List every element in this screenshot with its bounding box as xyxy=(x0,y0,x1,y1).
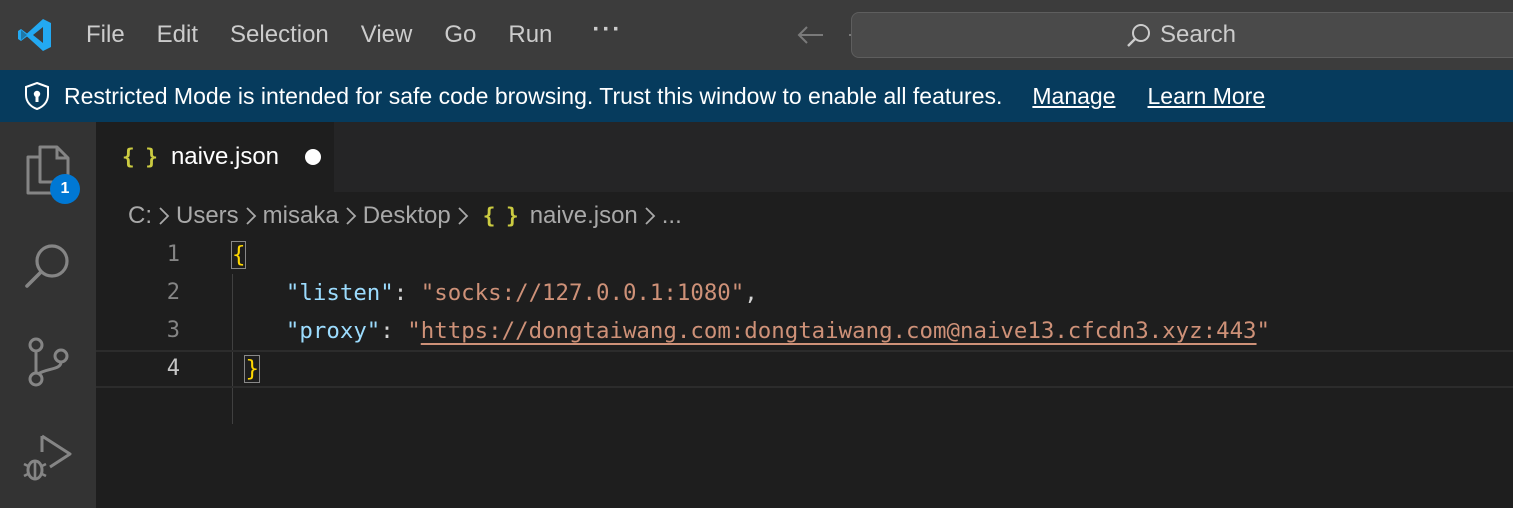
activity-bar: 1 xyxy=(0,122,96,508)
listen-value: "socks://127.0.0.1:1080" xyxy=(420,280,745,306)
listen-key: "listen" xyxy=(285,280,394,306)
proxy-url-link[interactable]: https://dongtaiwang.com:dongtaiwang.com@… xyxy=(421,318,1257,344)
explorer-button[interactable]: 1 xyxy=(0,122,96,218)
menu-selection[interactable]: Selection xyxy=(214,0,345,70)
json-file-icon: { } xyxy=(122,145,158,169)
line-number: 3 xyxy=(166,318,180,343)
manage-link[interactable]: Manage xyxy=(1032,83,1115,110)
source-control-button[interactable] xyxy=(0,314,96,410)
proxy-key: "proxy" xyxy=(285,318,381,344)
code-line-3: 3 "proxy": "https://dongtaiwang.com:dong… xyxy=(96,312,1513,350)
run-debug-icon xyxy=(22,432,74,484)
code-line-1: 1 { xyxy=(96,236,1513,274)
line-number-active: 4 xyxy=(166,356,180,381)
title-bar: File Edit Selection View Go Run ··· Sear… xyxy=(0,0,1513,70)
breadcrumb-users[interactable]: Users xyxy=(176,202,239,230)
quote: " xyxy=(407,318,421,344)
search-label: Search xyxy=(1159,21,1237,48)
json-file-icon: { } xyxy=(482,204,519,228)
line-number: 1 xyxy=(166,242,180,267)
shield-icon xyxy=(24,82,50,110)
breadcrumb-misaka[interactable]: misaka xyxy=(263,202,339,230)
search-view-button[interactable] xyxy=(0,218,96,314)
back-arrow-icon[interactable] xyxy=(790,15,830,55)
run-debug-button[interactable] xyxy=(0,410,96,506)
chevron-right-icon xyxy=(644,206,656,226)
breadcrumb-drive[interactable]: C: xyxy=(128,202,152,230)
breadcrumb: C: Users misaka Desktop { } naive.json .… xyxy=(128,196,682,236)
vscode-logo-icon[interactable] xyxy=(0,0,70,70)
tab-naive-json[interactable]: { } naive.json xyxy=(96,122,334,192)
menu-edit[interactable]: Edit xyxy=(141,0,214,70)
command-center-search[interactable]: Search xyxy=(851,12,1513,58)
menu-bar: File Edit Selection View Go Run ··· xyxy=(70,0,640,70)
tab-label: naive.json xyxy=(170,143,280,170)
code-editor[interactable]: 1 { 2 "listen": "socks://127.0.0.1:1080"… xyxy=(96,236,1513,508)
code-line-2: 2 "listen": "socks://127.0.0.1:1080", xyxy=(96,274,1513,312)
unsaved-dot-icon[interactable] xyxy=(305,149,322,165)
source-control-icon xyxy=(25,336,71,388)
breadcrumb-symbols[interactable]: ... xyxy=(662,202,682,230)
menu-file[interactable]: File xyxy=(70,0,141,70)
magnifier-icon xyxy=(23,241,73,291)
close-brace: } xyxy=(244,355,261,383)
chevron-right-icon xyxy=(158,206,170,226)
breadcrumb-desktop[interactable]: Desktop xyxy=(363,202,451,230)
chevron-right-icon xyxy=(245,206,257,226)
menu-go[interactable]: Go xyxy=(428,0,492,70)
banner-message: Restricted Mode is intended for safe cod… xyxy=(64,82,1003,109)
menu-view[interactable]: View xyxy=(345,0,429,70)
editor-tab-bar: { } naive.json xyxy=(96,122,1513,192)
chevron-right-icon xyxy=(345,206,357,226)
learn-more-link[interactable]: Learn More xyxy=(1148,83,1266,110)
breadcrumb-file[interactable]: naive.json xyxy=(530,202,638,230)
quote: " xyxy=(1256,318,1271,344)
more-menu-button[interactable]: ··· xyxy=(568,0,640,70)
code-line-4: 4 } xyxy=(96,350,1513,388)
menu-run[interactable]: Run xyxy=(492,0,568,70)
search-icon xyxy=(1126,22,1152,48)
open-brace: { xyxy=(230,241,247,269)
explorer-badge: 1 xyxy=(50,174,80,204)
restricted-mode-banner: Restricted Mode is intended for safe cod… xyxy=(0,70,1513,122)
line-number: 2 xyxy=(166,280,180,305)
chevron-right-icon xyxy=(457,206,469,226)
